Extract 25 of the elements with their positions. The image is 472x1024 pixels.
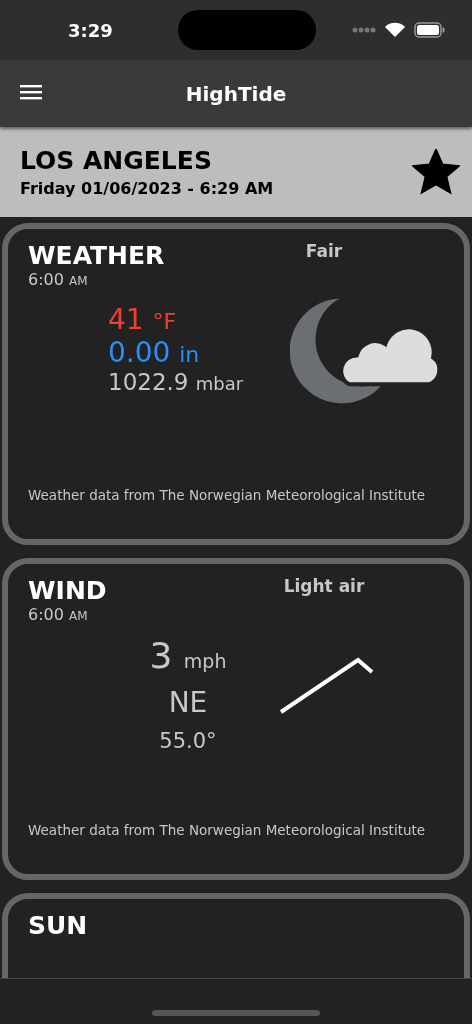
app-title: HighTide	[185, 81, 287, 106]
wifi-icon	[384, 22, 406, 38]
star-icon[interactable]	[412, 149, 460, 195]
wind-direction: NE	[168, 686, 208, 719]
wind-speed: 3 mph	[149, 635, 227, 676]
status-time: 3:29	[68, 19, 113, 41]
weather-reading: 1022.9 mbar	[108, 369, 244, 395]
city-name: LOS ANGELES	[20, 146, 213, 175]
menu-icon	[20, 84, 42, 100]
menu-button[interactable]	[20, 84, 42, 100]
card-title: SUN	[28, 911, 88, 940]
local-datetime: Friday 01/06/2023 - 6:29 AM	[20, 179, 274, 198]
battery-icon	[414, 22, 446, 38]
card-title: WEATHER	[28, 241, 165, 270]
wind-degrees: 55.0°	[159, 729, 217, 753]
card-time: 6:00 AM	[28, 270, 89, 289]
data-credit: Weather data from The Norwegian Meteorological Institute	[28, 822, 426, 838]
weather-reading: 41 °F	[108, 303, 177, 336]
weather-reading: 0.00 in	[108, 336, 200, 369]
condition-label: Light air	[282, 576, 366, 598]
card-title: WIND	[28, 576, 107, 605]
signal-icon	[352, 27, 376, 33]
card-time: 6:00 AM	[28, 605, 89, 624]
data-credit: Weather data from The Norwegian Meteorological Institute	[28, 487, 426, 503]
condition-label: Fair	[304, 241, 344, 263]
